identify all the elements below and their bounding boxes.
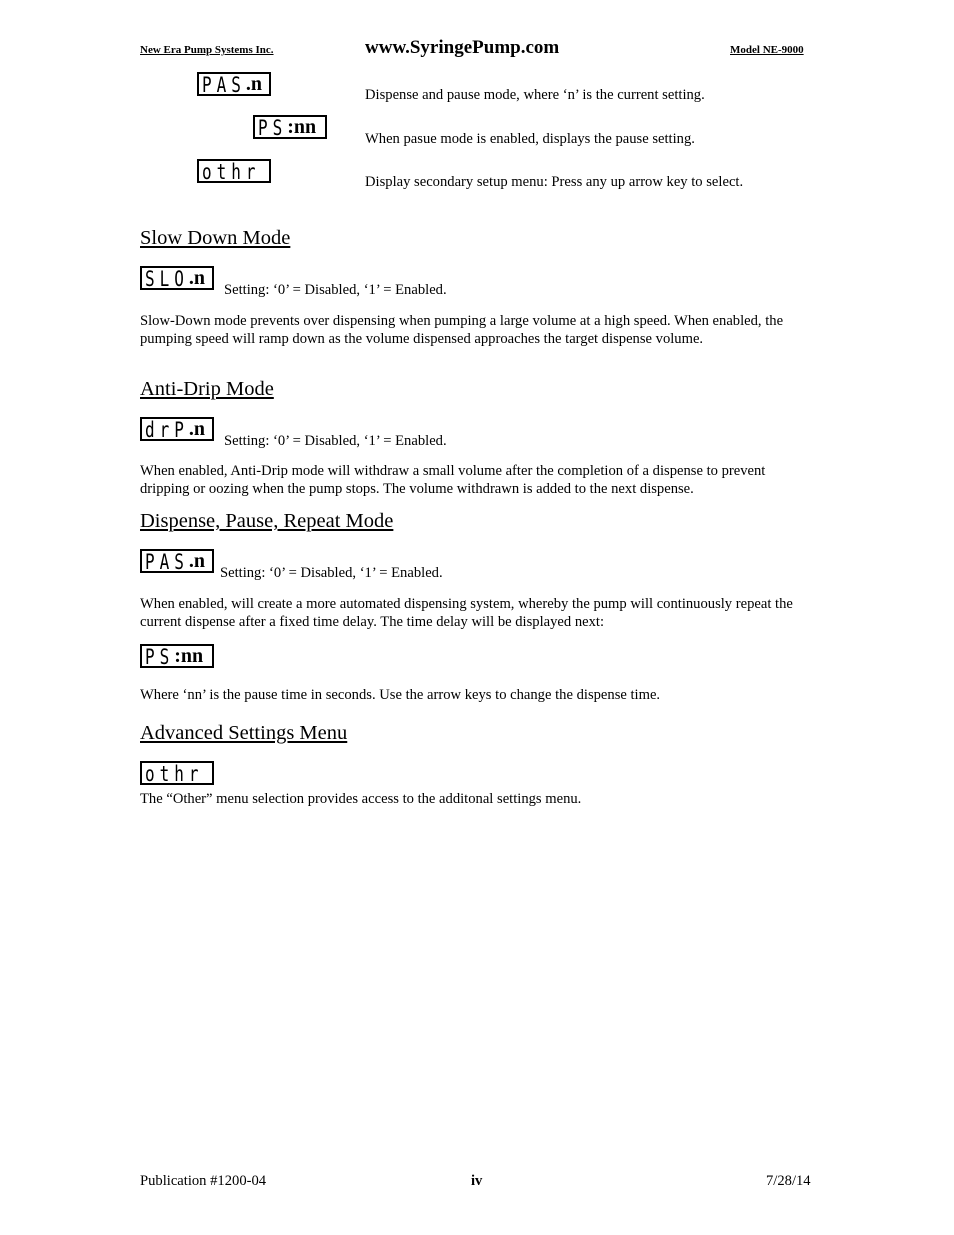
lcd-display: PS:nn: [253, 114, 327, 140]
top-desc-3: Display secondary setup menu: Press any …: [365, 174, 744, 190]
section-title: Advanced Settings Menu: [140, 722, 348, 744]
lcd-display: SLO .n: [140, 265, 214, 291]
lcd-display: othr: [140, 760, 214, 786]
section-body: The “Other” menu selection provides acce…: [140, 791, 582, 807]
lcd-display: PAS .n: [140, 548, 214, 574]
section-body: Slow-Down mode prevents over dispensing …: [140, 313, 784, 347]
setting-text: Setting: ‘0’ = Disabled, ‘1’ = Enabled.: [224, 433, 447, 449]
lcd-display: othr: [197, 158, 271, 184]
lcd-display: PS:nn: [140, 643, 214, 669]
footer-page-number: iv: [471, 1173, 483, 1189]
document-page: New Era Pump Systems Inc. www.SyringePum…: [0, 0, 954, 1235]
section-body: Where ‘nn’ is the pause time in seconds.…: [140, 687, 661, 703]
section-title: Slow Down Mode: [140, 227, 291, 249]
lcd-display: drP .n: [140, 416, 214, 442]
header-url: www.SyringePump.com: [365, 37, 560, 58]
section-body: When enabled, will create a more automat…: [140, 596, 793, 630]
footer-date: 7/28/14: [766, 1173, 811, 1189]
section-title: Anti-Drip Mode: [140, 378, 274, 400]
section-title: Dispense, Pause, Repeat Mode: [140, 510, 394, 532]
top-desc-1: Dispense and pause mode, where ‘n’ is th…: [365, 87, 705, 103]
setting-text: Setting: ‘0’ = Disabled, ‘1’ = Enabled.: [224, 282, 447, 298]
section-body: When enabled, Anti-Drip mode will withdr…: [140, 463, 766, 497]
top-desc-2: When pasue mode is enabled, displays the…: [365, 131, 695, 147]
setting-text: Setting: ‘0’ = Disabled, ‘1’ = Enabled.: [220, 565, 443, 581]
footer-publication: Publication #1200-04: [140, 1173, 267, 1189]
header-company: New Era Pump Systems Inc.: [140, 44, 274, 56]
header-model: Model NE-9000: [730, 44, 804, 56]
lcd-display: PAS .n: [197, 71, 271, 97]
